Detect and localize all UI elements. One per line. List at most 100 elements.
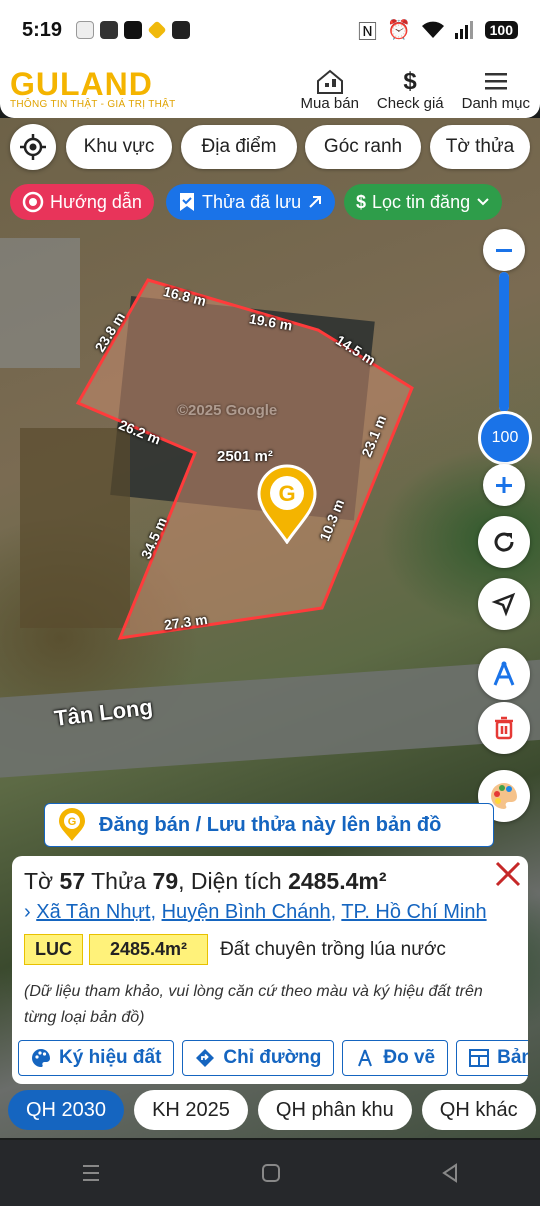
bookmark-check-icon	[180, 193, 194, 211]
wifi-icon	[421, 21, 444, 38]
measure-draw-button[interactable]: Đo vẽ	[342, 1040, 449, 1076]
card-actions: Ký hiệu đất Chỉ đường Đo vẽ Bảng	[18, 1040, 528, 1076]
guland-pin-icon: G	[59, 808, 85, 841]
home-icon[interactable]	[261, 1163, 281, 1183]
chip-to-thua[interactable]: Tờ thửa	[430, 125, 530, 169]
refresh-icon	[494, 532, 514, 552]
target-icon	[22, 191, 44, 213]
land-code-badge: LUC	[24, 934, 83, 965]
district-link[interactable]: Huyện Bình Chánh	[162, 901, 331, 923]
parcel-title: Tờ 57 Thửa 79, Diện tích 2485.4m²	[24, 868, 516, 895]
tiktok-icon	[124, 21, 143, 39]
table-button[interactable]: Bảng	[456, 1040, 528, 1076]
nav-label: Danh mục	[461, 94, 530, 112]
chip-dia-diem[interactable]: Địa điểm	[181, 125, 297, 169]
nav-mua-ban[interactable]: Mua bán	[301, 67, 359, 112]
action-label: Chỉ đường	[223, 1047, 322, 1068]
dollar-icon: $	[356, 191, 367, 212]
chip-goc-ranh[interactable]: Góc ranh	[305, 125, 421, 169]
signal-icon	[454, 21, 473, 39]
chevron-down-icon	[477, 198, 489, 206]
my-location-button[interactable]	[10, 124, 56, 170]
filter-label: Lọc tin đăng	[372, 191, 471, 212]
area-label: Diện tích	[190, 868, 282, 894]
nfc-icon: 🄽	[357, 21, 377, 43]
guide-button[interactable]: Hướng dẫn	[10, 184, 154, 220]
recents-icon[interactable]	[80, 1163, 102, 1183]
chip-khu-vuc[interactable]: Khu vực	[66, 125, 172, 169]
land-symbol-button[interactable]: Ký hiệu đất	[18, 1040, 175, 1076]
saved-parcels-button[interactable]: Thửa đã lưu	[166, 184, 336, 220]
location-pin-icon[interactable]: G	[255, 462, 319, 544]
comma: ,	[178, 868, 185, 894]
crosshair-icon	[20, 134, 46, 160]
app-header: GULAND THÔNG TIN THẬT - GIÁ TRỊ THẬT Mua…	[0, 60, 540, 118]
close-icon[interactable]	[492, 858, 524, 890]
notification-icons	[76, 20, 191, 40]
table-icon	[469, 1049, 490, 1067]
filter-listings-button[interactable]: $ Lọc tin đăng	[344, 184, 503, 220]
system-nav-bar	[0, 1140, 540, 1206]
back-icon[interactable]	[440, 1163, 460, 1183]
plus-icon	[496, 477, 512, 493]
zoom-in-button[interactable]	[483, 464, 525, 506]
post-sale-banner[interactable]: G Đăng bán / Lưu thửa này lên bản đồ	[44, 803, 494, 847]
to-label: Tờ	[24, 868, 54, 894]
trash-icon	[495, 716, 513, 740]
land-type-text: Đất chuyên trồng lúa nước	[220, 938, 446, 960]
svg-text:$: $	[404, 68, 418, 95]
zoom-out-button[interactable]	[483, 229, 525, 271]
app-icon	[100, 21, 119, 39]
action-label: Ký hiệu đất	[59, 1047, 162, 1068]
action-label: Bảng	[497, 1047, 528, 1068]
compass-drawing-icon	[358, 1049, 373, 1067]
nav-label: Check giá	[376, 94, 444, 112]
to-number: 57	[59, 868, 86, 894]
banner-text: Đăng bán / Lưu thửa này lên bản đồ	[99, 813, 442, 836]
tab-qh-phan-khu[interactable]: QH phân khu	[257, 1090, 412, 1130]
action-label: Đo vẽ	[383, 1047, 436, 1068]
alarm-icon: ⏰	[386, 20, 411, 41]
logo-word: GULAND	[10, 65, 153, 102]
directions-icon	[196, 1049, 215, 1067]
map-watermark: ©2025 Google	[177, 402, 278, 419]
guide-label: Hướng dẫn	[50, 191, 142, 212]
status-bar: 5:19 🄽 ⏰ 100	[0, 0, 540, 60]
svg-text:G: G	[278, 481, 295, 506]
tab-qh-2030[interactable]: QH 2030	[8, 1090, 125, 1130]
menu-icon	[484, 72, 507, 89]
logo-tagline: THÔNG TIN THẬT - GIÁ TRỊ THẬT	[10, 98, 176, 110]
svg-text:G: G	[68, 816, 77, 828]
land-use-row: LUC 2485.4m² Đất chuyên trồng lúa nước	[24, 934, 516, 965]
delete-button[interactable]	[478, 702, 530, 754]
arrow-up-right-icon	[309, 196, 322, 208]
nav-check-gia[interactable]: $ Check giá	[377, 67, 444, 112]
binance-icon	[147, 20, 167, 40]
tiktok-icon	[76, 21, 95, 39]
measure-button[interactable]	[478, 648, 530, 700]
zoom-slider-fill	[499, 272, 509, 412]
house-icon	[316, 69, 343, 94]
city-link[interactable]: TP. Hồ Chí Minh	[341, 901, 486, 923]
thua-label: Thửa	[91, 868, 147, 894]
saved-label: Thửa đã lưu	[202, 191, 302, 212]
chevron-left-icon: ›	[24, 901, 31, 923]
guland-logo[interactable]: GULAND THÔNG TIN THẬT - GIÁ TRỊ THẬT	[10, 65, 176, 110]
zoom-slider-knob[interactable]: 100	[478, 411, 532, 465]
nav-danh-muc[interactable]: Danh mục	[462, 67, 530, 112]
thua-number: 79	[152, 868, 179, 894]
status-time: 5:19	[22, 18, 63, 41]
plan-tabs: QH 2030 KH 2025 QH phân khu QH khác	[8, 1090, 540, 1130]
navigate-button[interactable]	[478, 578, 530, 630]
compass-drawing-icon	[493, 661, 515, 686]
tab-qh-khac[interactable]: QH khác	[421, 1090, 536, 1130]
commune-link[interactable]: Xã Tân Nhựt	[36, 901, 150, 923]
tab-kh-2025[interactable]: KH 2025	[134, 1090, 248, 1130]
palette-icon	[32, 1049, 50, 1067]
directions-button[interactable]: Chỉ đường	[182, 1040, 335, 1076]
navigation-arrow-icon	[491, 592, 516, 617]
parcel-address: › Xã Tân Nhựt, Huyện Bình Chánh, TP. Hồ …	[24, 901, 487, 923]
disclaimer-note: (Dữ liệu tham khảo, vui lòng căn cứ theo…	[24, 983, 483, 1026]
refresh-button[interactable]	[478, 516, 530, 568]
minus-icon	[496, 249, 512, 252]
